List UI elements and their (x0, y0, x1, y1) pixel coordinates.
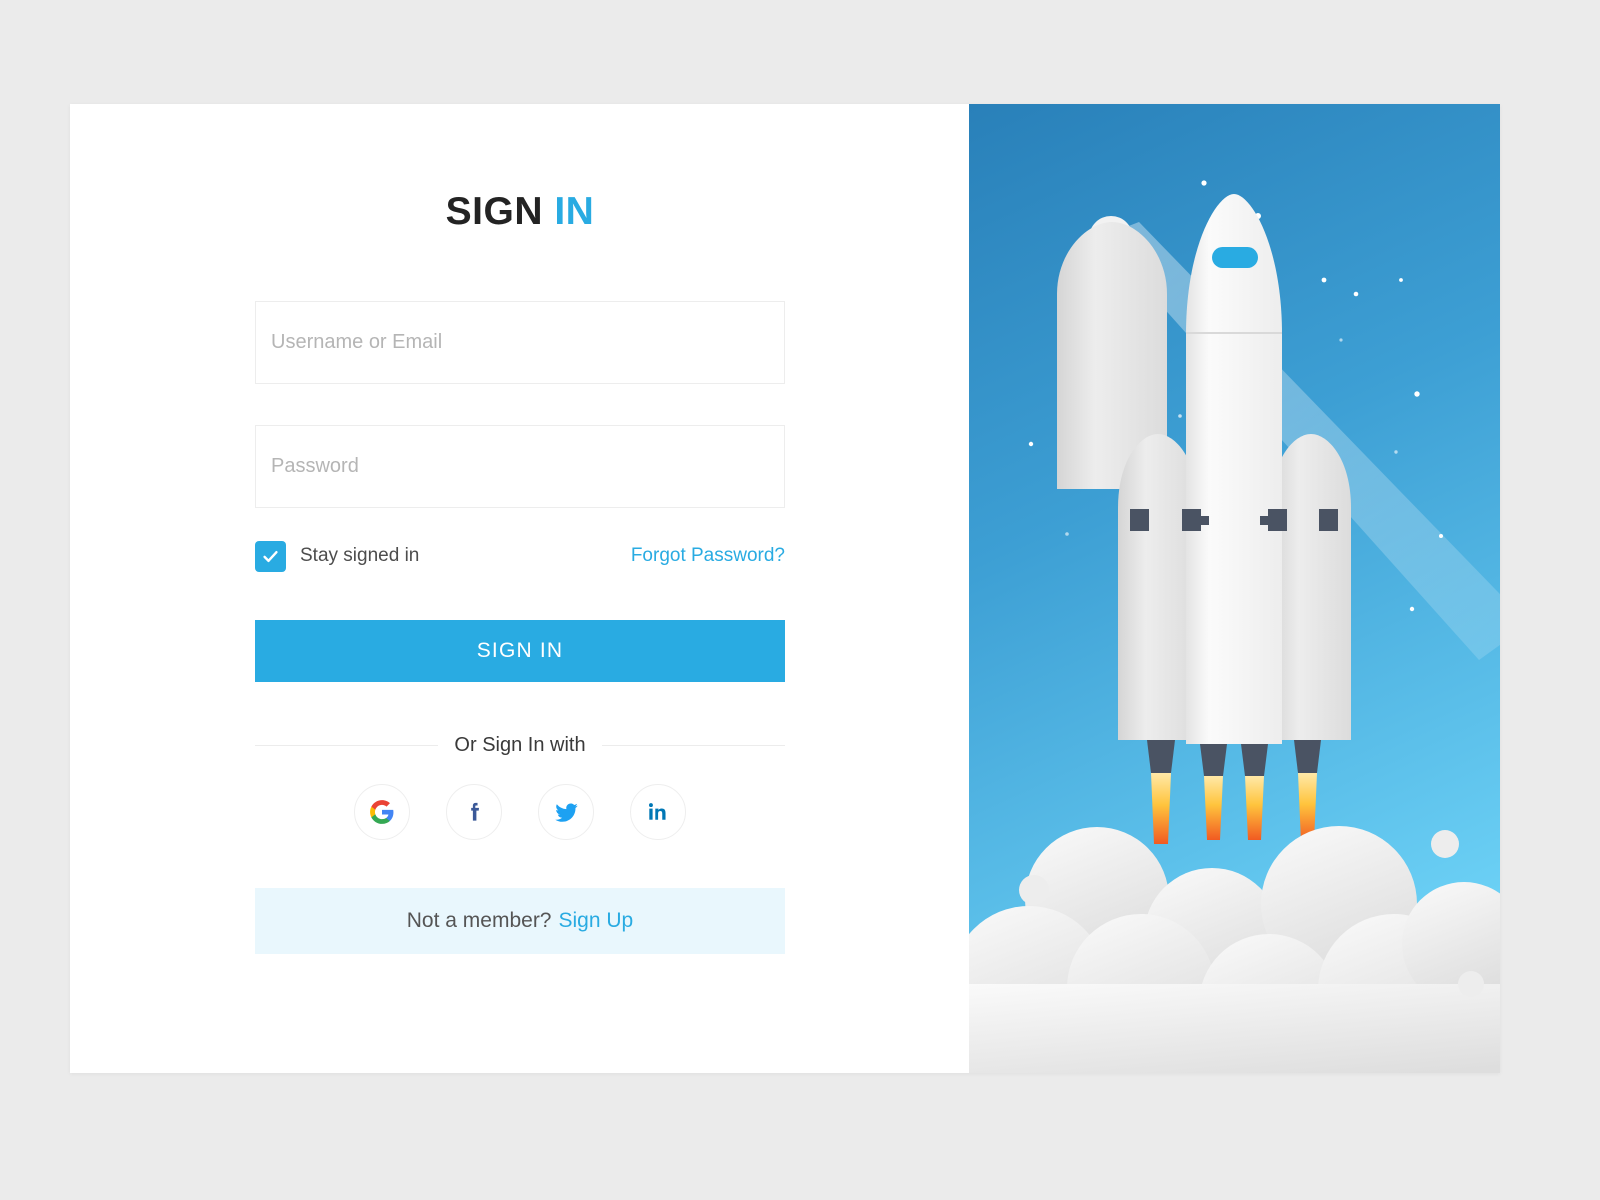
username-input[interactable] (271, 331, 769, 354)
password-field[interactable] (255, 425, 785, 508)
nozzle-left (1147, 740, 1175, 773)
rocket-body (1186, 194, 1282, 744)
nozzle-right (1294, 740, 1321, 773)
screen: SIGN IN Stay signed in Forgo (0, 0, 1600, 1200)
options-row: Stay signed in Forgot Password? (255, 539, 785, 573)
social-divider: Or Sign In with (255, 734, 786, 757)
form-panel: SIGN IN Stay signed in Forgo (70, 104, 969, 1073)
divider-line-left (255, 745, 439, 746)
nozzle-center-right (1241, 744, 1268, 776)
booster-right-body (1271, 434, 1351, 740)
username-field[interactable] (255, 301, 785, 384)
booster-block-3 (1268, 509, 1287, 531)
flame-left (1151, 773, 1171, 844)
flame-center-right (1245, 776, 1264, 840)
rocket-seam (1186, 332, 1282, 334)
booster-block-4 (1319, 509, 1338, 531)
stay-signed-in-label: Stay signed in (300, 545, 420, 566)
signup-prompt: Not a member? (406, 909, 552, 932)
signin-button[interactable]: SIGN IN (255, 620, 785, 682)
nozzle-center-left (1200, 744, 1227, 776)
page-title: SIGN IN (255, 192, 785, 231)
google-icon (370, 800, 394, 824)
page-title-accent: IN (554, 190, 595, 233)
rocket-launch-illustration (969, 104, 1500, 1073)
divider-label: Or Sign In with (454, 734, 586, 756)
signup-banner[interactable]: Not a member? Sign Up (255, 888, 785, 954)
social-login-facebook[interactable] (446, 784, 502, 840)
booster-block-1 (1130, 509, 1149, 531)
twitter-icon (554, 802, 578, 822)
social-login-row (255, 784, 785, 840)
signup-link[interactable]: Sign Up (559, 909, 634, 933)
forgot-password-link[interactable]: Forgot Password? (631, 545, 785, 567)
flame-center-left (1204, 776, 1223, 840)
booster-block-2 (1182, 509, 1201, 531)
rocket-window (1212, 247, 1258, 268)
signin-card: SIGN IN Stay signed in Forgo (70, 104, 1500, 1073)
check-icon (263, 550, 278, 562)
social-login-linkedin[interactable] (630, 784, 686, 840)
divider-line-right (601, 745, 786, 746)
page-title-primary: SIGN (445, 190, 543, 233)
illustration-panel (969, 104, 1500, 1073)
form-container: SIGN IN Stay signed in Forgo (255, 104, 786, 954)
password-input[interactable] (271, 455, 769, 478)
facebook-icon (471, 802, 480, 821)
social-login-twitter[interactable] (538, 784, 594, 840)
stay-signed-in-checkbox[interactable] (255, 540, 286, 572)
linkedin-icon (649, 803, 666, 820)
social-login-google[interactable] (354, 784, 410, 840)
